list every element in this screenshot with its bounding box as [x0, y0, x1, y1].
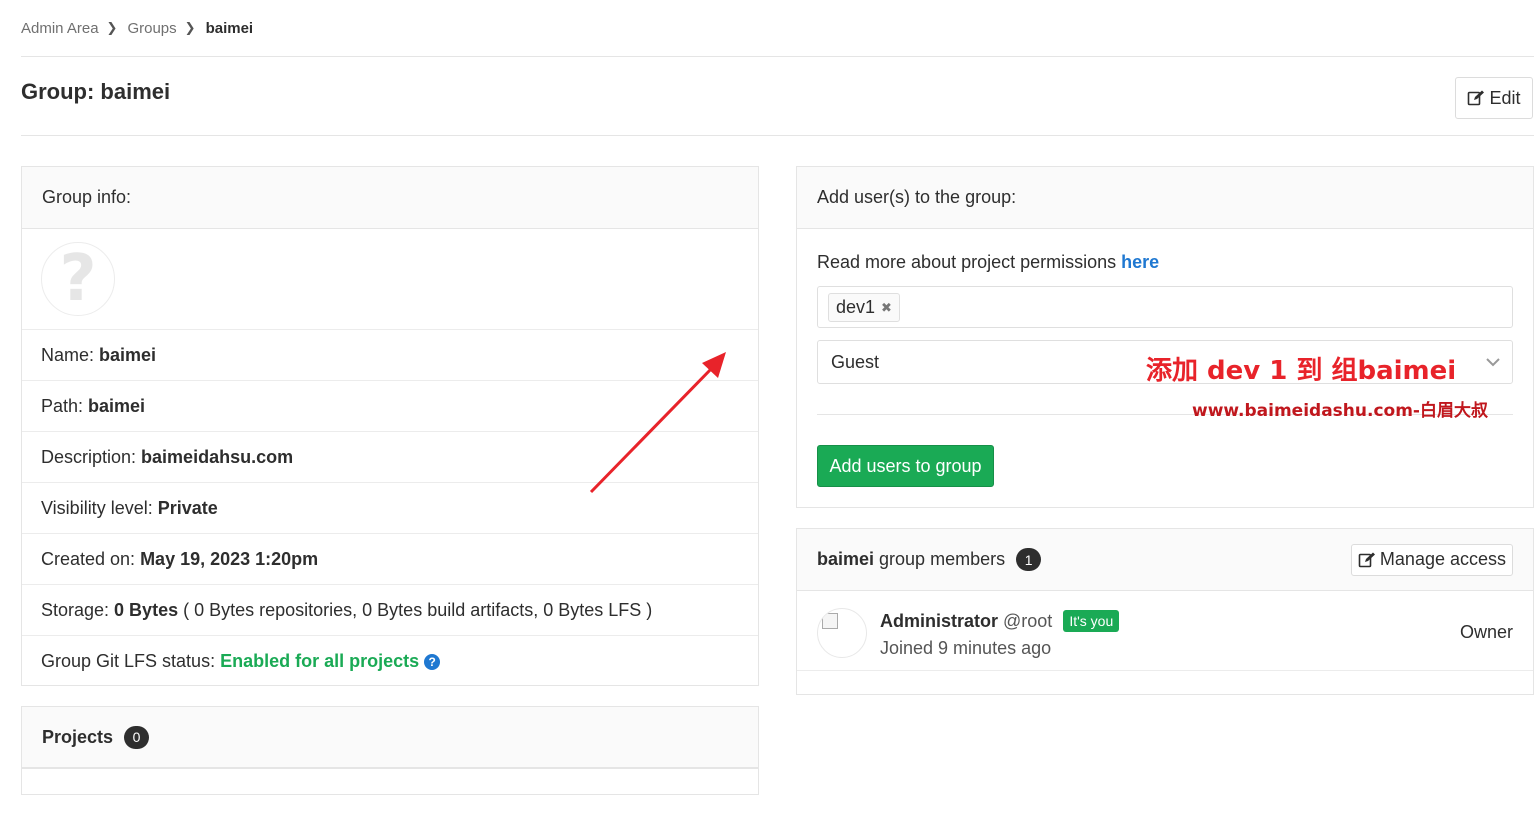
remove-token-icon[interactable]: ✖	[881, 300, 892, 316]
group-visibility-row: Visibility level: Private	[22, 483, 758, 534]
breadcrumb-divider	[21, 56, 1534, 57]
path-label: Path:	[41, 395, 84, 416]
member-joined: Joined 9 minutes ago	[880, 638, 1052, 658]
breadcrumb-current: baimei	[205, 19, 254, 37]
permissions-text-label: Read more about project permissions	[817, 252, 1117, 272]
members-count-badge: 1	[1016, 548, 1042, 571]
chevron-down-icon	[1486, 358, 1500, 367]
group-name-row: Name: baimei	[22, 330, 758, 381]
edit-button-label: Edit	[1489, 87, 1521, 108]
description-value: baimeidahsu.com	[141, 446, 294, 467]
group-storage-row: Storage: 0 Bytes ( 0 Bytes repositories,…	[22, 585, 758, 636]
breadcrumb-groups[interactable]: Groups	[127, 20, 176, 37]
edit-icon	[1468, 90, 1485, 106]
group-info-card: Group info: ? Name: baimei Path: baimei …	[21, 166, 759, 686]
chevron-right-icon: ❯	[106, 20, 118, 35]
broken-image-icon	[822, 613, 838, 629]
member-handle: @root	[1003, 610, 1053, 631]
visibility-label: Visibility level:	[41, 497, 153, 518]
members-title-suffix: group members	[879, 549, 1006, 569]
add-users-to-group-button[interactable]: Add users to group	[817, 445, 994, 487]
storage-detail: ( 0 Bytes repositories, 0 Bytes build ar…	[183, 599, 653, 620]
group-lfs-row: Group Git LFS status: Enabled for all pr…	[22, 636, 758, 687]
member-name[interactable]: Administrator	[880, 611, 998, 632]
manage-access-label: Manage access	[1379, 549, 1506, 569]
group-avatar: ?	[41, 242, 115, 316]
projects-header: Projects 0	[22, 707, 758, 769]
lfs-value: Enabled for all projects	[220, 651, 420, 671]
lfs-label: Group Git LFS status:	[41, 651, 216, 671]
breadcrumb: Admin Area ❯ Groups ❯ baimei	[21, 17, 253, 39]
description-label: Description:	[41, 446, 137, 467]
chevron-right-icon: ❯	[184, 20, 196, 35]
breadcrumb-admin-area[interactable]: Admin Area	[21, 20, 99, 37]
selected-user-token: dev1 ✖	[828, 293, 900, 322]
permissions-text: Read more about project permissions here	[817, 252, 1159, 273]
member-role: Owner	[1459, 622, 1513, 642]
edit-icon	[1358, 552, 1375, 567]
annotation-title: 添加 dev 1 到 组baimei	[1146, 356, 1457, 386]
page-title: Group: baimei	[21, 79, 171, 104]
its-you-badge: It's you	[1063, 610, 1120, 632]
created-value: May 19, 2023 1:20pm	[140, 548, 319, 569]
group-created-row: Created on: May 19, 2023 1:20pm	[22, 534, 758, 585]
visibility-value: Private	[157, 497, 218, 518]
selected-user-name: dev1	[836, 297, 876, 317]
name-label: Name:	[41, 344, 95, 365]
projects-card: Projects 0	[21, 706, 759, 795]
path-value: baimei	[88, 395, 146, 416]
add-users-header: Add user(s) to the group:	[797, 167, 1533, 229]
annotation-watermark: www.baimeidashu.com-白眉大叔	[1192, 401, 1488, 421]
storage-value: 0 Bytes	[114, 599, 179, 620]
members-card: baimei group members 1 Manage access Adm…	[796, 528, 1534, 695]
name-value: baimei	[99, 344, 157, 365]
users-select-input[interactable]: dev1 ✖	[817, 286, 1513, 328]
role-select-value: Guest	[831, 351, 880, 372]
group-path-row: Path: baimei	[22, 381, 758, 432]
member-name-line: Administrator @root It's you	[880, 610, 1120, 632]
projects-count-badge: 0	[124, 725, 150, 749]
projects-title: Projects	[42, 726, 114, 747]
manage-access-button[interactable]: Manage access	[1350, 543, 1513, 576]
group-description-row: Description: baimeidahsu.com	[22, 432, 758, 483]
permissions-here-link[interactable]: here	[1121, 252, 1159, 272]
group-avatar-row: ?	[22, 229, 758, 330]
edit-button[interactable]: Edit	[1455, 77, 1533, 119]
header-divider	[21, 135, 1534, 136]
members-group-name: baimei	[817, 549, 875, 569]
group-info-header: Group info:	[22, 167, 758, 229]
storage-label: Storage:	[41, 599, 110, 620]
member-row: Administrator @root It's you Joined 9 mi…	[797, 591, 1533, 671]
avatar[interactable]	[817, 608, 867, 658]
add-users-card: Add user(s) to the group: Read more abou…	[796, 166, 1534, 508]
question-circle-icon[interactable]: ?	[424, 653, 441, 670]
created-label: Created on:	[41, 548, 136, 569]
members-header: baimei group members 1 Manage access	[797, 529, 1533, 591]
